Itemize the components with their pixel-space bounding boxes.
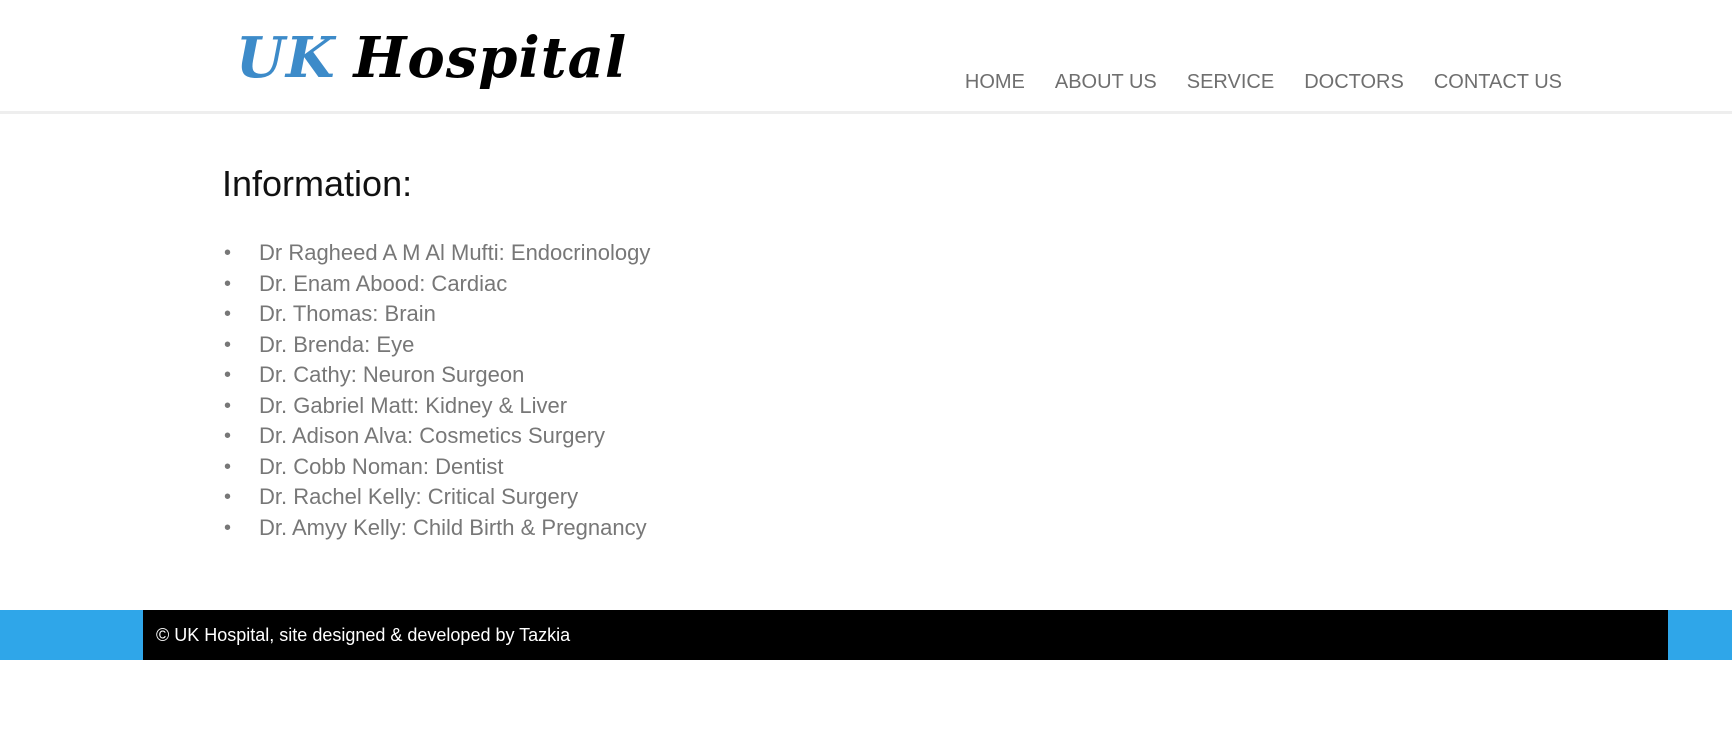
doctor-list: • Dr Ragheed A M Al Mufti: Endocrinology … [222, 238, 1422, 543]
nav-about-us-link[interactable]: ABOUT US [1055, 62, 1157, 102]
bullet-icon: • [224, 303, 232, 325]
list-item: • Dr. Cobb Noman: Dentist [222, 452, 1422, 483]
page-title: Information: [222, 163, 413, 204]
doctor-entry: Dr. Cobb Noman: Dentist [259, 453, 504, 479]
list-item: • Dr. Cathy: Neuron Surgeon [222, 360, 1422, 391]
doctor-entry: Dr Ragheed A M Al Mufti: Endocrinology [259, 240, 651, 265]
bullet-icon: • [224, 486, 232, 508]
bullet-icon: • [224, 425, 232, 447]
logo-uk-text: UK [236, 25, 336, 91]
logo-hospital-text: Hospital [353, 25, 628, 91]
list-item: • Dr. Amyy Kelly: Child Birth & Pregnancy [222, 513, 1422, 544]
doctor-entry: Dr. Brenda: Eye [259, 331, 415, 357]
list-item: • Dr. Gabriel Matt: Kidney & Liver [222, 391, 1422, 422]
doctor-entry: Dr. Gabriel Matt: Kidney & Liver [259, 392, 568, 418]
doctor-entry: Dr. Rachel Kelly: Critical Surgery [259, 484, 579, 509]
doctor-entry: Dr. Enam Abood: Cardiac [259, 270, 508, 296]
bullet-icon: • [224, 364, 232, 386]
doctor-entry: Dr. Adison Alva: Cosmetics Surgery [259, 423, 606, 448]
bullet-icon: • [224, 516, 232, 539]
doctor-entry: Dr. Thomas: Brain [259, 301, 436, 326]
copyright-text: © UK Hospital, site designed & developed… [156, 625, 571, 645]
list-item: • Dr. Enam Abood: Cardiac [222, 269, 1422, 300]
bullet-icon: • [224, 455, 232, 478]
information-section: Information: • Dr Ragheed A M Al Mufti: E… [222, 156, 1422, 543]
list-item: • Dr Ragheed A M Al Mufti: Endocrinology [222, 238, 1422, 269]
site-logo[interactable]: UK Hospital [236, 18, 627, 98]
bullet-icon: • [224, 333, 232, 356]
bullet-icon: • [224, 394, 232, 417]
doctor-entry: Dr. Cathy: Neuron Surgeon [259, 362, 525, 387]
nav-contact-us-link[interactable]: CONTACT US [1434, 62, 1562, 102]
list-item: • Dr. Rachel Kelly: Critical Surgery [222, 482, 1422, 513]
doctor-entry: Dr. Amyy Kelly: Child Birth & Pregnancy [259, 514, 647, 540]
bullet-icon: • [224, 242, 232, 264]
nav-home-link[interactable]: HOME [965, 62, 1025, 102]
list-item: • Dr. Thomas: Brain [222, 299, 1422, 330]
nav-doctors-link[interactable]: DOCTORS [1304, 62, 1404, 102]
bullet-icon: • [224, 272, 232, 295]
site-footer: © UK Hospital, site designed & developed… [143, 610, 1668, 660]
list-item: • Dr. Brenda: Eye [222, 330, 1422, 361]
site-header: UK Hospital HOME ABOUT US SERVICE DOCTORS… [0, 0, 1732, 114]
main-nav: HOME ABOUT US SERVICE DOCTORS CONTACT US [935, 62, 1562, 102]
nav-service-link[interactable]: SERVICE [1187, 62, 1274, 102]
list-item: • Dr. Adison Alva: Cosmetics Surgery [222, 421, 1422, 452]
